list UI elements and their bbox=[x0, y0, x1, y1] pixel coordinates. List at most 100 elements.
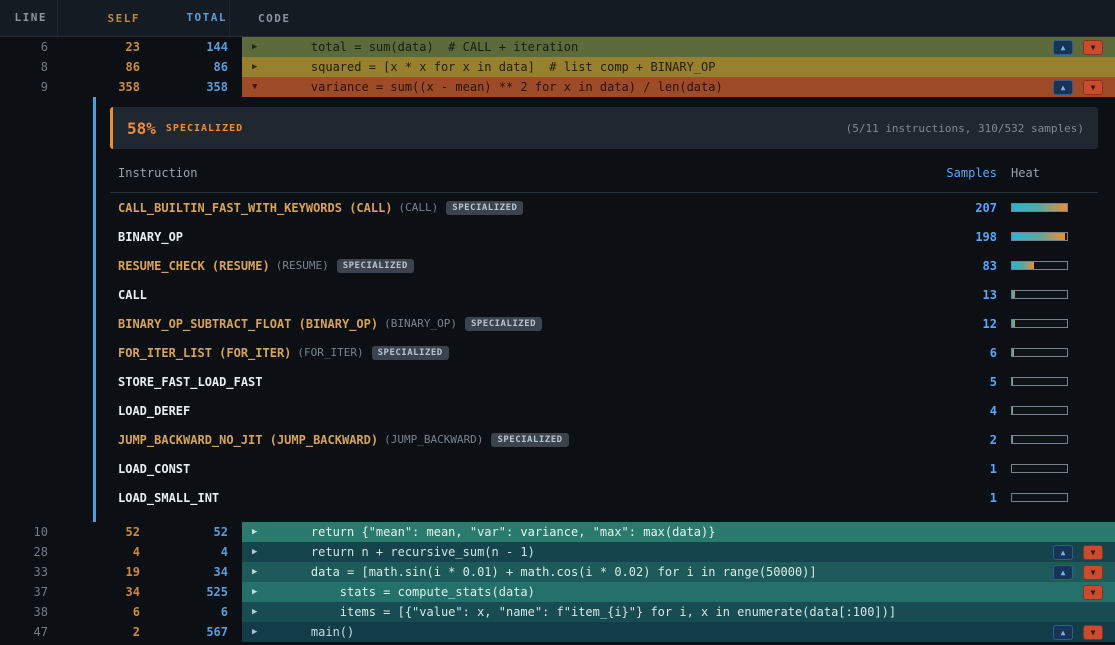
heat-bar-fill bbox=[1012, 378, 1013, 385]
total-count-cell: 525 bbox=[142, 582, 230, 602]
code-cell[interactable]: ▶ items = [{"value": x, "name": f"item_{… bbox=[242, 602, 1115, 622]
samples-count: 4 bbox=[917, 404, 997, 418]
disclosure-triangle-icon[interactable]: ▶ bbox=[242, 567, 282, 577]
total-count-cell: 4 bbox=[142, 542, 230, 562]
disclosure-triangle-icon[interactable]: ▶ bbox=[242, 587, 282, 597]
source-row: 28 4 4 ▶ return n + recursive_sum(n - 1)… bbox=[0, 542, 1115, 562]
source-row: 37 34 525 ▶ stats = compute_stats(data) … bbox=[0, 582, 1115, 602]
heat-bar-fill bbox=[1012, 262, 1034, 269]
self-count-cell: 23 bbox=[58, 37, 142, 57]
disclosure-triangle-icon[interactable]: ▶ bbox=[242, 527, 282, 537]
instruction-row: CALL_BUILTIN_FAST_WITH_KEYWORDS (CALL) (… bbox=[110, 193, 1098, 222]
source-row: 33 19 34 ▶ data = [math.sin(i * 0.01) + … bbox=[0, 562, 1115, 582]
specialized-badge: SPECIALIZED bbox=[372, 346, 449, 360]
code-text: data = [math.sin(i * 0.01) + math.cos(i … bbox=[282, 565, 817, 579]
instruction-table: Instruction Samples Heat CALL_BUILTIN_FA… bbox=[110, 153, 1098, 512]
heat-bar-fill bbox=[1012, 407, 1013, 414]
instruction-base-name: (CALL) bbox=[399, 201, 439, 214]
instruction-row: RESUME_CHECK (RESUME) (RESUME) SPECIALIZ… bbox=[110, 251, 1098, 280]
nav-down-button[interactable]: ▼ bbox=[1083, 40, 1103, 55]
nav-down-button[interactable]: ▼ bbox=[1083, 565, 1103, 580]
heat-bar bbox=[1011, 348, 1068, 357]
code-cell[interactable]: ▶ main() ▲ ▼ bbox=[242, 622, 1115, 642]
nav-up-button[interactable]: ▲ bbox=[1053, 625, 1073, 640]
total-count-cell: 358 bbox=[142, 77, 230, 97]
samples-count: 207 bbox=[917, 201, 997, 215]
columns-header: LINE SELF TOTAL CODE bbox=[0, 0, 1115, 37]
code-cell[interactable]: ▶ data = [math.sin(i * 0.01) + math.cos(… bbox=[242, 562, 1115, 582]
code-cell[interactable]: ▶ return {"mean": mean, "var": variance,… bbox=[242, 522, 1115, 542]
code-text: items = [{"value": x, "name": f"item_{i}… bbox=[282, 605, 896, 619]
instruction-name: STORE_FAST_LOAD_FAST bbox=[118, 375, 263, 389]
instruction-base-name: (FOR_ITER) bbox=[297, 346, 363, 359]
disclosure-triangle-icon[interactable]: ▼ bbox=[242, 82, 282, 92]
nav-down-button[interactable]: ▼ bbox=[1083, 625, 1103, 640]
instruction-table-header: Instruction Samples Heat bbox=[110, 153, 1098, 193]
instruction-row: LOAD_DEREF 4 bbox=[110, 396, 1098, 425]
heat-header-label: Heat bbox=[1011, 166, 1068, 180]
disclosure-triangle-icon[interactable]: ▶ bbox=[242, 62, 282, 72]
nav-up-button[interactable]: ▲ bbox=[1053, 80, 1073, 95]
code-text: return n + recursive_sum(n - 1) bbox=[282, 545, 535, 559]
heat-bar-fill bbox=[1012, 291, 1015, 298]
code-cell[interactable]: ▼ variance = sum((x - mean) ** 2 for x i… bbox=[242, 77, 1115, 97]
disclosure-triangle-icon[interactable]: ▶ bbox=[242, 607, 282, 617]
instruction-row: STORE_FAST_LOAD_FAST 5 bbox=[110, 367, 1098, 396]
source-row: 6 23 144 ▶ total = sum(data) # CALL + it… bbox=[0, 37, 1115, 57]
self-count-cell: 52 bbox=[58, 522, 142, 542]
heat-bar bbox=[1011, 232, 1068, 241]
line-number-cell: 9 bbox=[0, 77, 58, 97]
instruction-name: BINARY_OP_SUBTRACT_FLOAT (BINARY_OP) bbox=[118, 317, 378, 331]
instruction-name: CALL_BUILTIN_FAST_WITH_KEYWORDS (CALL) bbox=[118, 201, 393, 215]
heat-bar bbox=[1011, 435, 1068, 444]
specialized-label: SPECIALIZED bbox=[166, 123, 243, 134]
instruction-row: LOAD_CONST 1 bbox=[110, 454, 1098, 483]
heat-bar bbox=[1011, 464, 1068, 473]
source-row-expanded: 9 358 358 ▼ variance = sum((x - mean) **… bbox=[0, 77, 1115, 97]
column-header-total: TOTAL bbox=[142, 0, 230, 36]
code-text: total = sum(data) # CALL + iteration bbox=[282, 40, 578, 54]
nav-up-button[interactable]: ▲ bbox=[1053, 565, 1073, 580]
nav-down-button[interactable]: ▼ bbox=[1083, 80, 1103, 95]
instruction-row: BINARY_OP 198 bbox=[110, 222, 1098, 251]
row-nav-buttons: ▲ ▼ bbox=[1053, 545, 1115, 560]
total-count-cell: 86 bbox=[142, 57, 230, 77]
disclosure-triangle-icon[interactable]: ▶ bbox=[242, 42, 282, 52]
nav-up-button[interactable]: ▲ bbox=[1053, 40, 1073, 55]
heat-bar-fill bbox=[1012, 436, 1013, 443]
self-count-cell: 4 bbox=[58, 542, 142, 562]
nav-up-button[interactable]: ▲ bbox=[1053, 545, 1073, 560]
code-text: return {"mean": mean, "var": variance, "… bbox=[282, 525, 715, 539]
specialized-percentage: 58% bbox=[127, 119, 156, 138]
heat-bar-fill bbox=[1012, 349, 1014, 356]
specialized-badge: SPECIALIZED bbox=[491, 433, 568, 447]
instruction-header-label: Instruction bbox=[118, 166, 917, 180]
self-count-cell: 19 bbox=[58, 562, 142, 582]
total-count-cell: 34 bbox=[142, 562, 230, 582]
code-text: stats = compute_stats(data) bbox=[282, 585, 535, 599]
nav-down-button[interactable]: ▼ bbox=[1083, 545, 1103, 560]
specialized-badge: SPECIALIZED bbox=[337, 259, 414, 273]
heat-bar-fill bbox=[1012, 320, 1015, 327]
source-row: 38 6 6 ▶ items = [{"value": x, "name": f… bbox=[0, 602, 1115, 622]
line-number-cell: 33 bbox=[0, 562, 58, 582]
code-cell[interactable]: ▶ total = sum(data) # CALL + iteration ▲… bbox=[242, 37, 1115, 57]
instruction-name: JUMP_BACKWARD_NO_JIT (JUMP_BACKWARD) bbox=[118, 433, 378, 447]
code-cell[interactable]: ▶ squared = [x * x for x in data] # list… bbox=[242, 57, 1115, 77]
source-row: 8 86 86 ▶ squared = [x * x for x in data… bbox=[0, 57, 1115, 77]
row-nav-buttons: ▲ ▼ bbox=[1053, 625, 1115, 640]
source-row: 47 2 567 ▶ main() ▲ ▼ bbox=[0, 622, 1115, 642]
code-cell[interactable]: ▶ stats = compute_stats(data) ▲ ▼ bbox=[242, 582, 1115, 602]
nav-down-button[interactable]: ▼ bbox=[1083, 585, 1103, 600]
samples-count: 13 bbox=[917, 288, 997, 302]
disclosure-triangle-icon[interactable]: ▶ bbox=[242, 627, 282, 637]
instruction-base-name: (JUMP_BACKWARD) bbox=[384, 433, 483, 446]
sample-stats: (5/11 instructions, 310/532 samples) bbox=[846, 122, 1084, 135]
instruction-name: FOR_ITER_LIST (FOR_ITER) bbox=[118, 346, 291, 360]
disclosure-triangle-icon[interactable]: ▶ bbox=[242, 547, 282, 557]
code-cell[interactable]: ▶ return n + recursive_sum(n - 1) ▲ ▼ bbox=[242, 542, 1115, 562]
row-nav-buttons: ▲ ▼ bbox=[1083, 585, 1115, 600]
samples-count: 12 bbox=[917, 317, 997, 331]
column-header-self: SELF bbox=[58, 12, 142, 25]
self-count-cell: 358 bbox=[58, 77, 142, 97]
